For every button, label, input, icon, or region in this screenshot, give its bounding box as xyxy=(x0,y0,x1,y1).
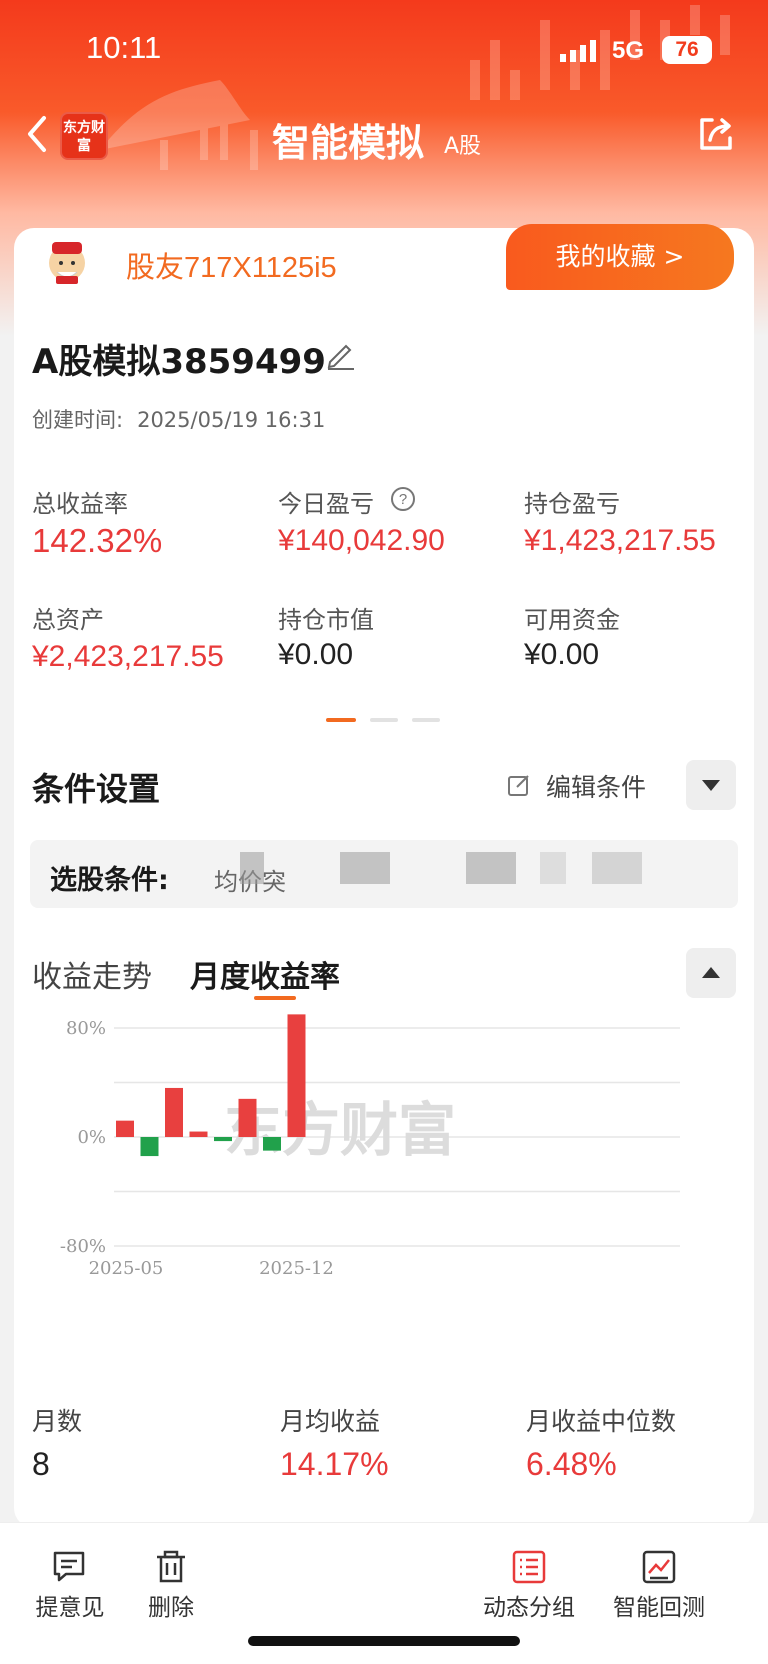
monthly-return-chart: 东方财富 80% 0% -80%2025-05 2025-12 xyxy=(60,1014,680,1279)
avatar[interactable] xyxy=(42,236,92,286)
expand-conditions-button[interactable] xyxy=(686,760,736,810)
collapse-chart-button[interactable] xyxy=(686,948,736,998)
conditions-title: 条件设置 xyxy=(32,770,161,808)
home-indicator xyxy=(248,1636,520,1646)
feedback-button[interactable]: 提意见 xyxy=(28,1588,112,1622)
caret-up-icon xyxy=(702,967,720,978)
chart-watermark: 东方财富 xyxy=(224,1096,456,1164)
account-name: A股模拟3859499 xyxy=(32,342,326,382)
edit-conditions-icon[interactable] xyxy=(506,772,532,798)
y-tick-label: 80% xyxy=(66,1018,106,1039)
feedback-icon[interactable] xyxy=(50,1548,88,1586)
months-label: 月数 xyxy=(32,1407,83,1436)
page-title: 智能模拟 xyxy=(272,121,425,165)
y-tick-label: 0% xyxy=(77,1127,106,1148)
months-value: 8 xyxy=(32,1446,50,1482)
share-icon[interactable] xyxy=(694,112,738,156)
position-pnl-value: ¥1,423,217.55 xyxy=(524,524,716,557)
median-return-label: 月收益中位数 xyxy=(526,1407,677,1436)
redacted-block xyxy=(340,852,390,884)
pager-dot[interactable] xyxy=(370,718,398,722)
redacted-block xyxy=(540,852,566,884)
market-value-label: 持仓市值 xyxy=(278,606,374,634)
pager-dot-active[interactable] xyxy=(326,718,356,722)
page-subtitle: A股 xyxy=(444,134,482,159)
total-return-value: 142.32% xyxy=(32,522,163,559)
y-tick-label: -80% xyxy=(60,1236,106,1257)
edit-conditions-button[interactable]: 编辑条件 xyxy=(546,768,646,804)
trash-icon[interactable] xyxy=(152,1548,190,1586)
created-value: 2025/05/19 16:31 xyxy=(137,408,326,432)
edit-name-icon[interactable] xyxy=(324,338,356,370)
my-favorites-button[interactable]: 我的收藏 > xyxy=(506,224,734,290)
market-value-value: ¥0.00 xyxy=(278,638,354,671)
position-pnl-label: 持仓盈亏 xyxy=(524,490,620,518)
pager-dot[interactable] xyxy=(412,718,440,722)
x-tick-label: 2025-12 xyxy=(259,1258,334,1279)
svg-text:?: ? xyxy=(399,491,407,508)
bar-2025-05 xyxy=(116,1120,134,1137)
bar-2025-11 xyxy=(263,1137,281,1151)
avg-return-label: 月均收益 xyxy=(280,1407,381,1436)
group-list-icon[interactable] xyxy=(510,1548,548,1586)
back-icon[interactable] xyxy=(22,112,52,156)
username: 股友717X1125i5 xyxy=(126,252,337,284)
caret-down-icon xyxy=(702,780,720,791)
total-assets-value: ¥2,423,217.55 xyxy=(32,640,224,673)
status-time: 10:11 xyxy=(86,30,162,65)
bar-2025-09 xyxy=(214,1137,232,1142)
created-label: 创建时间: xyxy=(32,408,124,432)
today-pnl-label: 今日盈亏 xyxy=(278,490,374,518)
active-tab-indicator xyxy=(254,996,296,1000)
bar-2025-07 xyxy=(165,1087,183,1137)
total-assets-label: 总资产 xyxy=(32,606,104,634)
redacted-block xyxy=(466,852,516,884)
delete-button[interactable]: 删除 xyxy=(136,1588,206,1622)
bar-2025-06 xyxy=(140,1137,159,1157)
tab-monthly-return[interactable]: 月度收益率 xyxy=(190,952,340,996)
network-label: 5G xyxy=(612,37,645,64)
help-icon[interactable]: ? xyxy=(390,486,416,512)
signal-icon xyxy=(560,40,596,62)
brand-logo: 东方财富 xyxy=(60,112,108,160)
dynamic-group-button[interactable]: 动态分组 xyxy=(474,1588,584,1622)
selector-condition-label: 选股条件: xyxy=(50,865,169,896)
bar-2025-08 xyxy=(189,1131,208,1137)
total-return-label: 总收益率 xyxy=(32,490,128,518)
today-pnl-value: ¥140,042.90 xyxy=(278,524,445,557)
avg-return-value: 14.17% xyxy=(280,1446,389,1482)
median-return-value: 6.48% xyxy=(526,1446,617,1482)
backtest-chart-icon[interactable] xyxy=(640,1548,678,1586)
created-time: 创建时间: 2025/05/19 16:31 xyxy=(32,404,325,434)
smart-backtest-button[interactable]: 智能回测 xyxy=(604,1588,714,1622)
x-tick-label: 2025-05 xyxy=(89,1258,164,1279)
available-cash-label: 可用资金 xyxy=(524,606,620,634)
tab-return-trend[interactable]: 收益走势 xyxy=(32,952,152,996)
redacted-block xyxy=(240,852,264,884)
available-cash-value: ¥0.00 xyxy=(524,638,600,671)
bar-2025-12 xyxy=(287,1014,306,1137)
battery-icon: 76 xyxy=(662,36,712,64)
redacted-block xyxy=(592,852,642,884)
bar-2025-10 xyxy=(238,1098,257,1137)
